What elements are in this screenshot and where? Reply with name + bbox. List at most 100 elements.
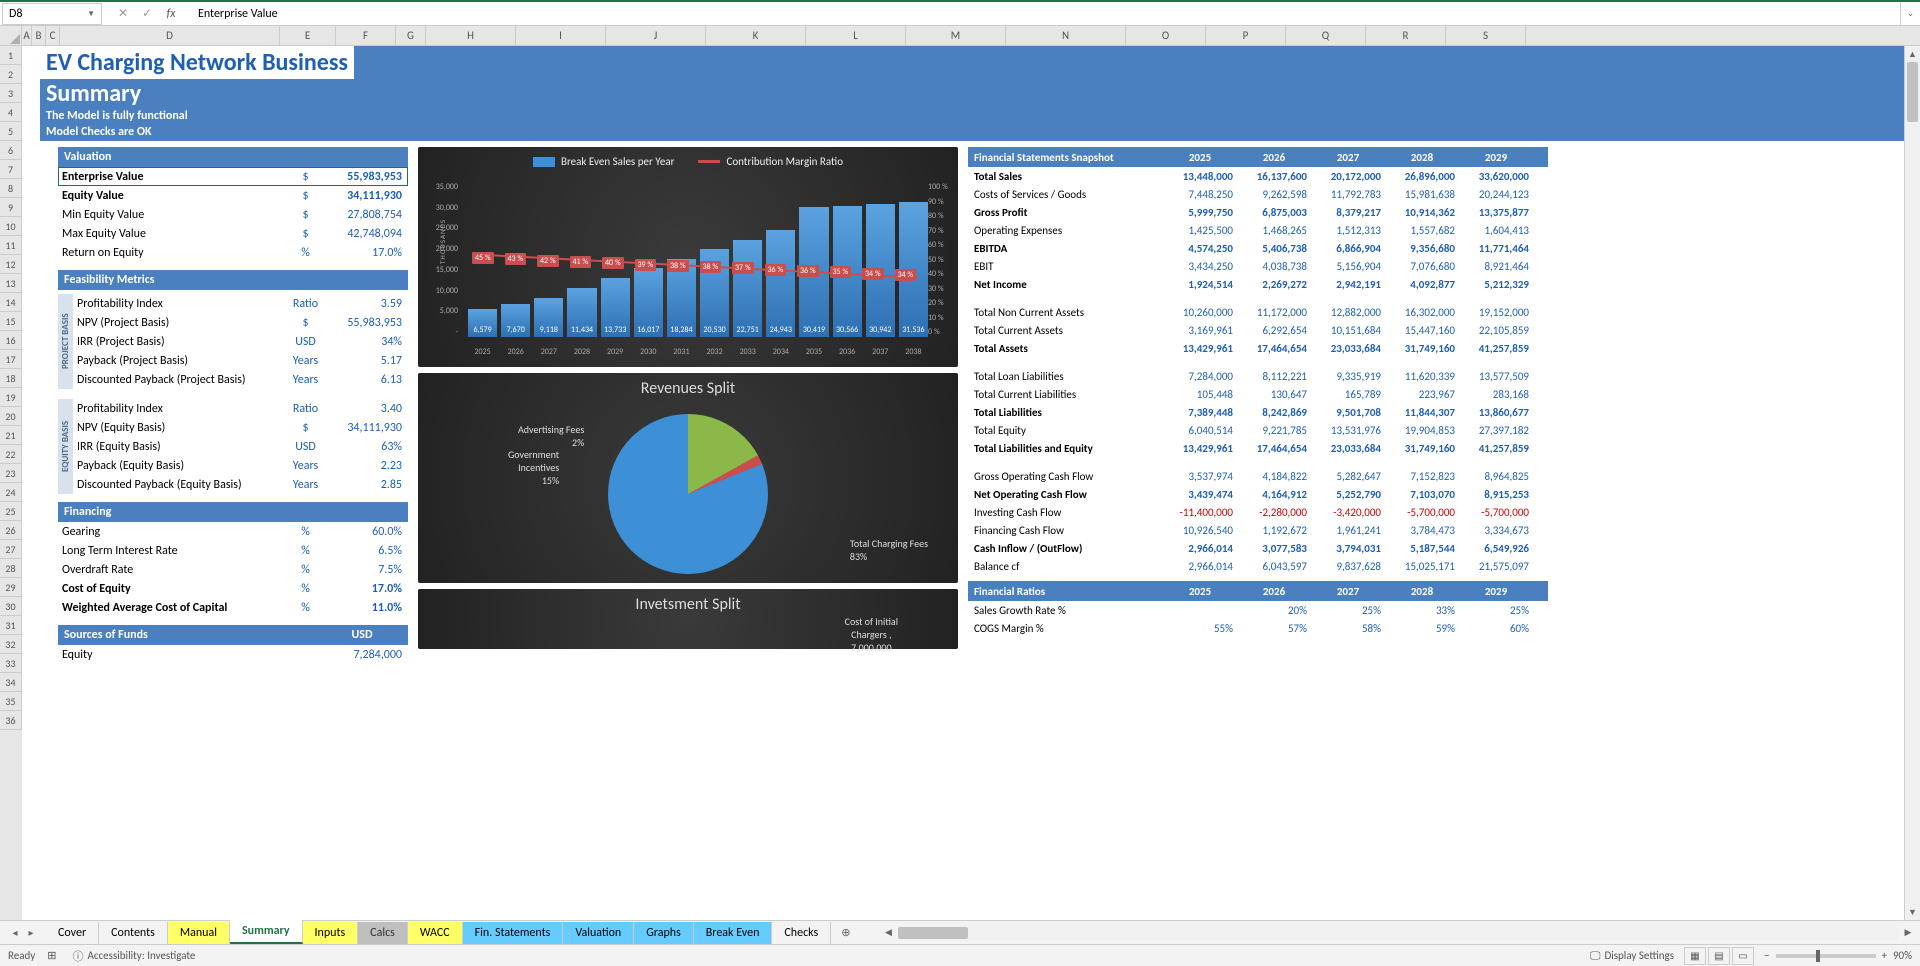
horizontal-scrollbar[interactable]: ◀ ▶ <box>880 926 1916 940</box>
row-header[interactable]: 3 <box>0 84 22 103</box>
select-all-corner[interactable] <box>0 26 22 45</box>
sheet-tab-summary[interactable]: Summary <box>230 920 303 944</box>
name-box-dropdown-icon[interactable]: ▼ <box>87 9 95 19</box>
feas-project-row[interactable]: Profitability IndexRatio3.59 <box>73 294 408 313</box>
snapshot-row[interactable]: Gross Profit5,999,7506,875,0038,379,2171… <box>968 203 1548 221</box>
accessibility-button[interactable]: ⓘ Accessibility: Investigate <box>73 948 196 964</box>
tab-nav-last-icon[interactable]: ▸ <box>24 926 38 939</box>
scroll-thumb[interactable] <box>1907 62 1918 122</box>
formula-input[interactable]: Enterprise Value <box>190 7 1900 21</box>
row-header[interactable]: 21 <box>0 426 22 445</box>
snapshot-row[interactable]: Net Income1,924,5142,269,2722,942,1914,0… <box>968 275 1548 293</box>
feas-equity-row[interactable]: Profitability IndexRatio3.40 <box>73 399 408 418</box>
col-header[interactable]: B <box>32 26 46 45</box>
page-layout-icon[interactable]: ▤ <box>1708 947 1730 965</box>
snapshot-row[interactable]: Balance cf2,966,0146,043,5979,837,62815,… <box>968 557 1548 575</box>
snapshot-row[interactable]: Total Non Current Assets10,260,00011,172… <box>968 303 1548 321</box>
col-header[interactable]: K <box>706 26 806 45</box>
snapshot-row[interactable]: Total Loan Liabilities7,284,0008,112,221… <box>968 367 1548 385</box>
valuation-row[interactable]: Return on Equity%17.0% <box>58 243 408 262</box>
new-sheet-button[interactable]: ⊕ <box>831 922 860 943</box>
financing-row[interactable]: Gearing%60.0% <box>58 522 408 541</box>
row-header[interactable]: 31 <box>0 616 22 635</box>
row-header[interactable]: 6 <box>0 141 22 160</box>
macro-icon[interactable]: ⊞ <box>47 949 56 962</box>
source-row[interactable]: Equity7,284,000 <box>58 645 408 664</box>
feas-equity-row[interactable]: Discounted Payback (Equity Basis)Years2.… <box>73 475 408 494</box>
snapshot-row[interactable]: Cash Inflow / (OutFlow)2,966,0143,077,58… <box>968 539 1548 557</box>
row-header[interactable]: 27 <box>0 540 22 559</box>
row-header[interactable]: 13 <box>0 274 22 293</box>
feas-project-row[interactable]: Discounted Payback (Project Basis)Years6… <box>73 370 408 389</box>
sheet-tab-break-even[interactable]: Break Even <box>694 922 773 944</box>
row-header[interactable]: 7 <box>0 160 22 179</box>
snapshot-row[interactable]: EBITDA4,574,2505,406,7386,866,9049,356,6… <box>968 239 1548 257</box>
sheet-tab-valuation[interactable]: Valuation <box>563 922 634 944</box>
valuation-row[interactable]: Equity Value$34,111,930 <box>58 186 408 205</box>
feas-project-row[interactable]: NPV (Project Basis)$55,983,953 <box>73 313 408 332</box>
scroll-down-icon[interactable]: ▼ <box>1905 904 1920 920</box>
row-header[interactable]: 18 <box>0 369 22 388</box>
feas-equity-row[interactable]: IRR (Equity Basis)USD63% <box>73 437 408 456</box>
financing-row[interactable]: Long Term Interest Rate%6.5% <box>58 541 408 560</box>
row-header[interactable]: 1 <box>0 46 22 65</box>
row-header[interactable]: 11 <box>0 236 22 255</box>
col-header[interactable]: N <box>1006 26 1126 45</box>
snapshot-row[interactable]: Total Current Assets3,169,9616,292,65410… <box>968 321 1548 339</box>
col-header[interactable]: D <box>60 26 280 45</box>
snapshot-row[interactable]: Total Liabilities7,389,4488,242,8699,501… <box>968 403 1548 421</box>
name-box[interactable]: D8 ▼ <box>2 3 102 25</box>
sheet-tab-inputs[interactable]: Inputs <box>303 922 359 944</box>
col-header[interactable]: P <box>1206 26 1286 45</box>
zoom-level[interactable]: 90% <box>1893 949 1912 962</box>
row-header[interactable]: 9 <box>0 198 22 217</box>
row-header[interactable]: 26 <box>0 521 22 540</box>
snapshot-row[interactable]: Total Sales13,448,00016,137,60020,172,00… <box>968 167 1548 185</box>
row-header[interactable]: 10 <box>0 217 22 236</box>
snapshot-row[interactable]: Costs of Services / Goods7,448,2509,262,… <box>968 185 1548 203</box>
row-header[interactable]: 4 <box>0 103 22 122</box>
row-header[interactable]: 20 <box>0 407 22 426</box>
financing-row[interactable]: Weighted Average Cost of Capital%11.0% <box>58 598 408 617</box>
col-header[interactable]: H <box>426 26 516 45</box>
row-header[interactable]: 25 <box>0 502 22 521</box>
snapshot-row[interactable]: Total Current Liabilities105,448130,6471… <box>968 385 1548 403</box>
sheet-tab-manual[interactable]: Manual <box>168 922 230 944</box>
row-header[interactable]: 22 <box>0 445 22 464</box>
zoom-in-button[interactable]: + <box>1882 949 1887 962</box>
zoom-out-button[interactable]: − <box>1764 949 1769 962</box>
col-header[interactable]: E <box>280 26 336 45</box>
snapshot-row[interactable]: Operating Expenses1,425,5001,468,2651,51… <box>968 221 1548 239</box>
scroll-left-icon[interactable]: ◀ <box>880 927 896 938</box>
row-header[interactable]: 12 <box>0 255 22 274</box>
feas-equity-row[interactable]: NPV (Equity Basis)$34,111,930 <box>73 418 408 437</box>
row-header[interactable]: 8 <box>0 179 22 198</box>
row-header[interactable]: 32 <box>0 635 22 654</box>
row-header[interactable]: 30 <box>0 597 22 616</box>
row-header[interactable]: 5 <box>0 122 22 141</box>
sheet-tab-calcs[interactable]: Calcs <box>358 922 408 944</box>
row-header[interactable]: 17 <box>0 350 22 369</box>
financing-row[interactable]: Cost of Equity%17.0% <box>58 579 408 598</box>
col-header[interactable]: R <box>1366 26 1446 45</box>
expand-formula-icon[interactable]: ⌄ <box>1900 2 1920 25</box>
zoom-slider[interactable] <box>1776 954 1876 958</box>
col-header[interactable]: S <box>1446 26 1526 45</box>
scroll-up-icon[interactable]: ▲ <box>1905 46 1920 62</box>
col-header[interactable]: F <box>336 26 396 45</box>
col-header[interactable]: O <box>1126 26 1206 45</box>
snapshot-row[interactable]: Investing Cash Flow-11,400,000-2,280,000… <box>968 503 1548 521</box>
col-header[interactable]: C <box>46 26 60 45</box>
hscroll-thumb[interactable] <box>898 927 968 939</box>
sheet-tab-cover[interactable]: Cover <box>46 922 99 944</box>
row-header[interactable]: 24 <box>0 483 22 502</box>
feas-equity-row[interactable]: Payback (Equity Basis)Years2.23 <box>73 456 408 475</box>
snapshot-row[interactable]: Net Operating Cash Flow3,439,4744,164,91… <box>968 485 1548 503</box>
page-break-icon[interactable]: ▭ <box>1732 947 1754 965</box>
sheet-tab-graphs[interactable]: Graphs <box>634 922 694 944</box>
col-header[interactable]: G <box>396 26 426 45</box>
sheet-tab-checks[interactable]: Checks <box>772 922 831 944</box>
valuation-row[interactable]: Max Equity Value$42,748,094 <box>58 224 408 243</box>
tab-nav-first-icon[interactable]: ◂ <box>8 926 22 939</box>
snapshot-row[interactable]: Total Assets13,429,96117,464,65423,033,6… <box>968 339 1548 357</box>
